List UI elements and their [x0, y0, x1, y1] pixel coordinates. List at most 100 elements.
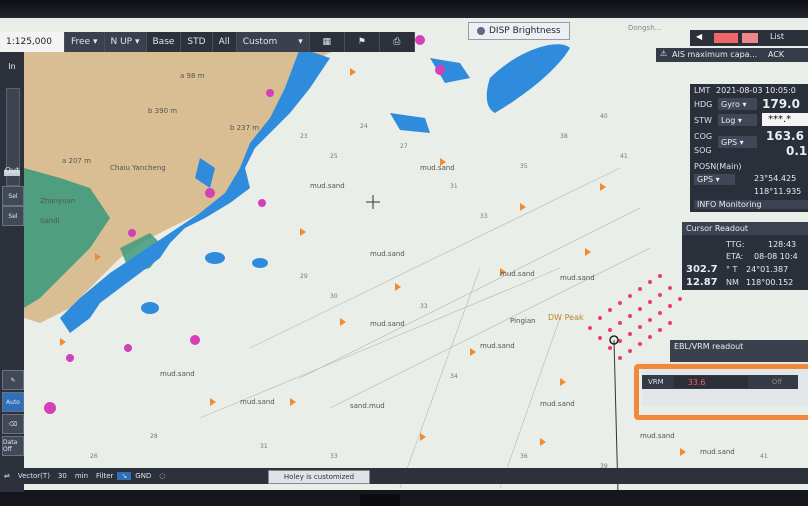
svg-text:27: 27: [400, 143, 408, 150]
cog-value: 163.6: [766, 129, 804, 143]
cog-source-label: GPS: [721, 137, 738, 147]
stw-source-select[interactable]: Log ▾: [718, 114, 757, 126]
alarm-text: AIS maximum capa...: [672, 50, 758, 59]
cursor-readout-panel: Cursor Readout TTG: 128:43 ETA: 08-08 10…: [682, 222, 808, 290]
alarm-icon: ⚠: [660, 49, 668, 58]
chart-tool-icon[interactable]: ▦: [310, 32, 345, 52]
filter-button[interactable]: Filter: [92, 472, 117, 480]
ais-target-cluster: [588, 274, 682, 360]
zoom-out-label[interactable]: Out: [0, 166, 24, 175]
cursor-lat: 24°01.387: [746, 265, 789, 274]
hdg-label: HDG: [694, 100, 713, 109]
posn-label: POSN(Main): [694, 162, 742, 171]
auto-cursor-button[interactable]: Auto: [2, 392, 24, 412]
zoom-in-label[interactable]: In: [0, 62, 24, 71]
alert-sound-icon[interactable]: ◀: [696, 32, 702, 41]
elevation-label: a 207 m: [62, 157, 91, 165]
seabed-label: mud.sand: [160, 370, 195, 378]
alert-list-button[interactable]: List: [770, 32, 784, 41]
svg-text:33: 33: [420, 303, 428, 310]
seabed-label: mud.sand: [700, 448, 735, 456]
stw-value: ***.*: [762, 113, 808, 126]
orientation-select[interactable]: N UP ▾: [104, 32, 147, 52]
svg-text:34: 34: [450, 373, 458, 380]
sog-value: 0.1: [786, 144, 808, 158]
data-off-button[interactable]: Data Off: [2, 436, 24, 456]
shallow-water: [141, 302, 159, 314]
display-set-select[interactable]: Custom ▾: [236, 32, 310, 52]
ack-button[interactable]: ACK: [768, 50, 784, 59]
shallow-water: [205, 252, 225, 264]
bottom-toolbar: ⇌ Vector(T) 30 min Filter ↘ GND ◌: [0, 468, 808, 484]
lmt-label: LMT: [694, 86, 711, 95]
svg-text:31: 31: [450, 183, 458, 190]
eta-value: 08-08 10:4: [754, 252, 798, 261]
svg-text:28: 28: [150, 433, 158, 440]
place-label: DW Peak: [548, 313, 584, 322]
top-toolbar: 1:125,000 Free ▾ N UP ▾ Base STD All Cus…: [0, 32, 415, 52]
alert-header: ◀ List: [690, 30, 808, 46]
vector-label: Vector(T): [17, 472, 50, 480]
gnd-icon[interactable]: ↘: [117, 472, 132, 480]
eta-label: ETA:: [726, 252, 744, 261]
display-all-button[interactable]: All: [213, 32, 237, 52]
erase-tool-icon[interactable]: ⌫: [2, 414, 24, 434]
scale-display[interactable]: 1:125,000: [0, 32, 65, 52]
place-label: Zhanyuan: [40, 197, 75, 205]
svg-text:40: 40: [600, 113, 608, 120]
own-ship-panel: LMT 2021-08-03 10:05:0 HDG Gyro ▾ 179.0 …: [690, 84, 808, 212]
place-label: Chaiu Yancheng: [110, 164, 166, 172]
display-base-button[interactable]: Base: [147, 32, 182, 52]
cog-source-select[interactable]: GPS ▾: [718, 136, 757, 148]
stw-label: STW: [694, 116, 712, 125]
svg-text:24: 24: [360, 123, 368, 130]
hdg-value: 179.0: [762, 97, 800, 111]
gnd-label[interactable]: GND: [131, 472, 155, 480]
ebl-vrm-panel: EBL/VRM readout: [670, 340, 808, 362]
shallow-water: [252, 258, 268, 268]
svg-text:35: 35: [520, 163, 528, 170]
hdg-source-label: Gyro: [721, 99, 740, 109]
info-monitoring-tab[interactable]: INFO Monitoring: [694, 200, 808, 209]
seabed-label: mud.sand: [540, 400, 575, 408]
elevation-label: a 98 m: [180, 72, 205, 80]
elevation-label: b 237 m: [230, 124, 259, 132]
display-std-button[interactable]: STD: [181, 32, 213, 52]
select-button[interactable]: Sel: [2, 186, 24, 206]
left-toolbar: In Out Sel Sel ✎ Auto ⌫ Data Off: [0, 52, 24, 492]
svg-text:29: 29: [300, 273, 308, 280]
seabed-label: mud.sand: [240, 398, 275, 406]
orientation-label: N UP: [110, 37, 133, 47]
cursor-lon: 118°00.152: [746, 278, 794, 287]
seabed-label: mud.sand: [420, 164, 455, 172]
brightness-label: DISP Brightness: [489, 26, 561, 36]
place-label: Sandi: [40, 217, 60, 225]
hdg-source-select[interactable]: Gyro ▾: [718, 98, 757, 110]
svg-text:41: 41: [760, 453, 768, 460]
svg-text:33: 33: [330, 453, 338, 460]
bearing-value: 302.7: [686, 264, 718, 275]
vector-icon[interactable]: ⇌: [0, 472, 14, 480]
pen-tool-icon[interactable]: ✎: [2, 370, 24, 390]
seabed-label: sand.mud: [350, 402, 385, 410]
place-label: Pingian: [510, 317, 536, 325]
seabed-label: mud.sand: [370, 320, 405, 328]
shallow-water: [486, 44, 570, 113]
select-button-2[interactable]: Sel: [2, 206, 24, 226]
motion-mode-select[interactable]: Free ▾: [65, 32, 105, 52]
svg-text:33: 33: [480, 213, 488, 220]
cursor-readout-title: Cursor Readout: [682, 222, 808, 235]
seabed-label: mud.sand: [560, 274, 595, 282]
route-tool-icon[interactable]: ⚑: [345, 32, 380, 52]
ais-icon[interactable]: ◌: [155, 472, 169, 480]
display-set-label: Custom: [242, 37, 278, 47]
print-tool-icon[interactable]: ⎙: [380, 32, 415, 52]
brightness-icon: [477, 27, 485, 35]
posn-source-select[interactable]: GPS ▾: [694, 174, 735, 185]
cursor-crosshair-icon: [366, 195, 380, 209]
vector-value[interactable]: 30: [54, 472, 71, 480]
monitor-stand: [360, 494, 400, 506]
disp-brightness-button[interactable]: DISP Brightness: [468, 22, 570, 40]
svg-text:41: 41: [620, 153, 628, 160]
posn-source-label: GPS: [697, 175, 714, 184]
